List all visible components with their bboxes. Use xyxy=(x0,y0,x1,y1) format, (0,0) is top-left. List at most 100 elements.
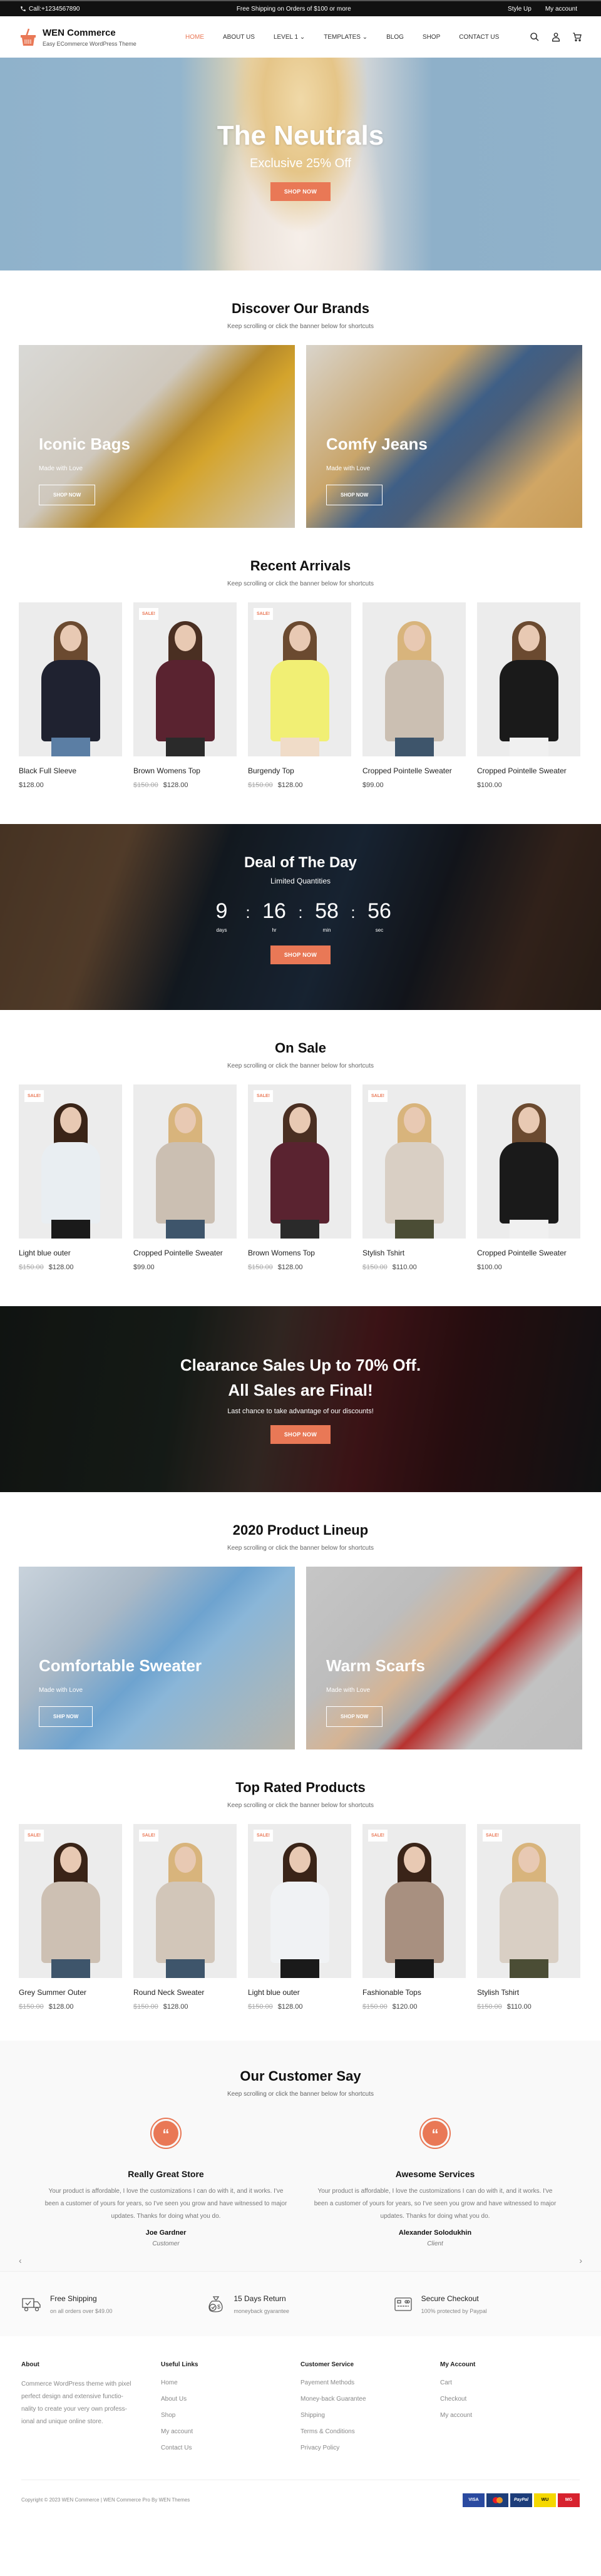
original-price: $150.00 xyxy=(362,2003,388,2011)
banner-shop-button[interactable]: SHOP NOW xyxy=(326,485,383,505)
product-image[interactable]: SALE! xyxy=(362,1824,466,1978)
product-image[interactable]: SALE! xyxy=(19,1824,122,1978)
product-card[interactable]: SALE! Burgendy Top $150.00 $128.00 xyxy=(248,602,351,789)
my-account-link[interactable]: My account xyxy=(545,6,577,13)
phone-contact[interactable]: Call:+1234567890 xyxy=(20,6,80,13)
product-card[interactable]: SALE! Stylish Tshirt $150.00 $110.00 xyxy=(477,1824,580,2011)
footer-link-about-us[interactable]: About Us xyxy=(161,2396,187,2403)
nav-level-1[interactable]: Level 1 ⌄ xyxy=(274,34,305,41)
banner-subtitle: Made with Love xyxy=(39,465,83,472)
truck-icon xyxy=(22,2297,41,2311)
product-card[interactable]: Cropped Pointelle Sweater $100.00 xyxy=(477,602,580,789)
footer-link-terms[interactable]: Terms & Conditions xyxy=(300,2428,355,2435)
nav-about-us[interactable]: About Us xyxy=(223,34,255,41)
product-image[interactable]: SALE! xyxy=(248,602,351,756)
payment-methods: VISA PayPal WU MG xyxy=(463,2493,580,2507)
product-name[interactable]: Fashionable Tops xyxy=(362,1987,466,1998)
product-image[interactable]: SALE! xyxy=(477,1824,580,1978)
timer-seconds: 56 sec xyxy=(357,899,401,933)
footer-link-privacy[interactable]: Privacy Policy xyxy=(300,2445,339,2451)
clearance-title-line1: Clearance Sales Up to 70% Off. xyxy=(180,1356,421,1374)
card-icon xyxy=(394,2297,412,2311)
product-card[interactable]: SALE! Brown Womens Top $150.00 $128.00 xyxy=(133,602,237,789)
banner-shop-button[interactable]: SHOP NOW xyxy=(326,1706,383,1727)
product-image[interactable] xyxy=(477,602,580,756)
product-card[interactable]: SALE! Grey Summer Outer $150.00 $128.00 xyxy=(19,1824,122,2011)
footer-customer-service: Customer Service Payement Methods Money-… xyxy=(300,2361,440,2461)
product-price: $150.00 $128.00 xyxy=(248,781,351,789)
product-image[interactable]: SALE! xyxy=(362,1084,466,1239)
product-name[interactable]: Cropped Pointelle Sweater xyxy=(477,1247,580,1259)
product-name[interactable]: Brown Womens Top xyxy=(133,765,237,776)
timer-hours: 16 hr xyxy=(252,899,296,933)
product-card[interactable]: Cropped Pointelle Sweater $99.00 xyxy=(362,602,466,789)
product-name[interactable]: Round Neck Sweater xyxy=(133,1987,237,1998)
banner-warm-scarfs[interactable]: Warm Scarfs Made with Love SHOP NOW xyxy=(306,1567,582,1749)
carousel-next-arrow[interactable]: › xyxy=(579,2255,582,2265)
banner-iconic-bags[interactable]: Iconic Bags Made with Love SHOP NOW xyxy=(19,345,295,528)
section-subtitle: Keep scrolling or click the banner below… xyxy=(227,1063,374,1069)
nav-blog[interactable]: Blog xyxy=(386,34,404,41)
product-name[interactable]: Black Full Sleeve xyxy=(19,765,122,776)
user-icon[interactable] xyxy=(551,32,561,42)
banner-comfortable-sweater[interactable]: Comfortable Sweater Made with Love SHIP … xyxy=(19,1567,295,1749)
product-name[interactable]: Brown Womens Top xyxy=(248,1247,351,1259)
hero-shop-now-button[interactable]: SHOP NOW xyxy=(270,182,331,201)
product-image[interactable]: SALE! xyxy=(248,1824,351,1978)
carousel-prev-arrow[interactable]: ‹ xyxy=(19,2255,22,2265)
footer-link-cart[interactable]: Cart xyxy=(440,2379,452,2386)
footer-link-shop[interactable]: Shop xyxy=(161,2412,175,2419)
product-card[interactable]: Black Full Sleeve $128.00 xyxy=(19,602,122,789)
product-image[interactable] xyxy=(477,1084,580,1239)
cart-icon[interactable] xyxy=(572,32,582,42)
clearance-title-line2: All Sales are Final! xyxy=(228,1381,373,1399)
product-name[interactable]: Light blue outer xyxy=(248,1987,351,1998)
deal-shop-now-button[interactable]: SHOP NOW xyxy=(270,945,331,964)
footer-link-my-account[interactable]: My account xyxy=(161,2428,193,2435)
search-icon[interactable] xyxy=(530,32,540,42)
banner-comfy-jeans[interactable]: Comfy Jeans Made with Love SHOP NOW xyxy=(306,345,582,528)
nav-templates[interactable]: Templates ⌄ xyxy=(324,34,367,41)
style-up-link[interactable]: Style Up xyxy=(508,6,532,13)
footer-link-checkout[interactable]: Checkout xyxy=(440,2396,466,2403)
product-card[interactable]: SALE! Light blue outer $150.00 $128.00 xyxy=(248,1824,351,2011)
footer-link-account[interactable]: My account xyxy=(440,2412,472,2419)
product-name[interactable]: Burgendy Top xyxy=(248,765,351,776)
product-card[interactable]: SALE! Stylish Tshirt $150.00 $110.00 xyxy=(362,1084,466,1271)
product-name[interactable]: Grey Summer Outer xyxy=(19,1987,122,1998)
product-name[interactable]: Cropped Pointelle Sweater xyxy=(477,765,580,776)
product-image[interactable]: SALE! xyxy=(133,1824,237,1978)
product-image[interactable] xyxy=(133,1084,237,1239)
nav-home[interactable]: Home xyxy=(185,34,204,41)
footer-link-money-back[interactable]: Money-back Guarantee xyxy=(300,2396,366,2403)
product-name[interactable]: Cropped Pointelle Sweater xyxy=(133,1247,237,1259)
site-logo[interactable]: WEN Commerce Easy ECommerce WordPress Th… xyxy=(20,28,164,47)
product-image[interactable]: SALE! xyxy=(133,602,237,756)
product-card[interactable]: SALE! Fashionable Tops $150.00 $120.00 xyxy=(362,1824,466,2011)
clearance-shop-now-button[interactable]: SHOP NOW xyxy=(270,1425,331,1444)
product-name[interactable]: Stylish Tshirt xyxy=(362,1247,466,1259)
product-image[interactable] xyxy=(362,602,466,756)
product-card[interactable]: Cropped Pointelle Sweater $99.00 xyxy=(133,1084,237,1271)
banner-shop-button[interactable]: SHOP NOW xyxy=(39,485,96,505)
product-image[interactable] xyxy=(19,602,122,756)
product-image[interactable]: SALE! xyxy=(19,1084,122,1239)
footer-link-payment-methods[interactable]: Payement Methods xyxy=(300,2379,354,2386)
phone-text: Call:+1234567890 xyxy=(29,5,80,13)
nav-contact-us[interactable]: Contact Us xyxy=(459,34,499,41)
product-card[interactable]: SALE! Round Neck Sweater $150.00 $128.00 xyxy=(133,1824,237,2011)
product-image[interactable]: SALE! xyxy=(248,1084,351,1239)
footer-link-home[interactable]: Home xyxy=(161,2379,178,2386)
footer-link-shipping[interactable]: Shipping xyxy=(300,2412,325,2419)
footer-link-contact-us[interactable]: Contact Us xyxy=(161,2445,192,2451)
nav-shop[interactable]: Shop xyxy=(423,34,440,41)
timer-label: sec xyxy=(375,927,384,933)
banner-shop-button[interactable]: SHIP NOW xyxy=(39,1706,93,1727)
product-card[interactable]: SALE! Light blue outer $150.00 $128.00 xyxy=(19,1084,122,1271)
product-name[interactable]: Light blue outer xyxy=(19,1247,122,1259)
product-card[interactable]: SALE! Brown Womens Top $150.00 $128.00 xyxy=(248,1084,351,1271)
product-card[interactable]: Cropped Pointelle Sweater $100.00 xyxy=(477,1084,580,1271)
product-name[interactable]: Cropped Pointelle Sweater xyxy=(362,765,466,776)
visa-icon: VISA xyxy=(463,2493,485,2507)
product-name[interactable]: Stylish Tshirt xyxy=(477,1987,580,1998)
